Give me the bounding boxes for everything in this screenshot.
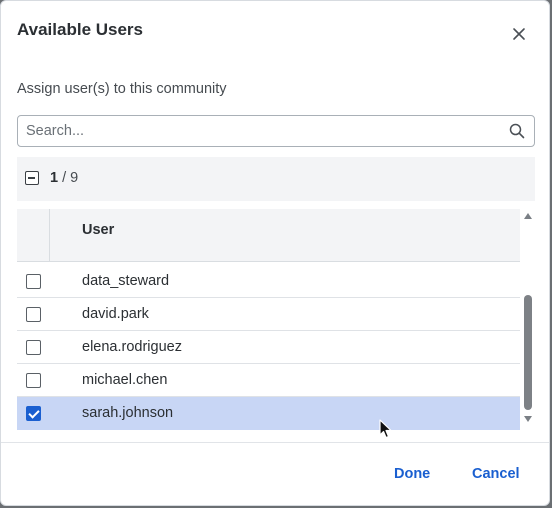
selected-count: 1 bbox=[50, 170, 59, 186]
dialog-subtitle: Assign user(s) to this community bbox=[17, 81, 227, 97]
mouse-pointer-icon bbox=[379, 419, 392, 439]
footer-divider bbox=[1, 442, 549, 443]
table-row[interactable]: michael.chen bbox=[17, 364, 520, 397]
select-all-checkbox[interactable] bbox=[25, 171, 39, 185]
column-divider bbox=[49, 209, 50, 262]
row-checkbox[interactable] bbox=[26, 274, 41, 289]
row-checkbox[interactable] bbox=[26, 373, 41, 388]
user-name: sarah.johnson bbox=[82, 405, 174, 421]
done-button[interactable]: Done bbox=[394, 466, 430, 482]
selection-count: 1 / 9 bbox=[50, 170, 78, 186]
table-scrollbar[interactable] bbox=[521, 209, 535, 430]
total-count: / 9 bbox=[62, 170, 79, 186]
close-button[interactable] bbox=[508, 23, 530, 45]
cancel-button[interactable]: Cancel bbox=[472, 466, 520, 482]
search-field[interactable] bbox=[17, 115, 535, 147]
table-header: User bbox=[17, 209, 520, 262]
row-checkbox[interactable] bbox=[26, 340, 41, 355]
scroll-up-arrow-icon[interactable] bbox=[524, 213, 532, 219]
table-row-selected[interactable]: sarah.johnson bbox=[17, 397, 520, 430]
close-icon bbox=[513, 28, 525, 40]
table-row[interactable]: david.park bbox=[17, 298, 520, 331]
users-table: User data_steward david.park elena.rodri… bbox=[17, 209, 520, 430]
search-input[interactable] bbox=[26, 116, 496, 146]
row-checkbox-checked[interactable] bbox=[26, 406, 41, 421]
scroll-down-arrow-icon[interactable] bbox=[524, 416, 532, 422]
column-header-user[interactable]: User bbox=[82, 222, 114, 238]
available-users-dialog: Available Users Assign user(s) to this c… bbox=[0, 0, 550, 506]
user-name: david.park bbox=[82, 306, 149, 322]
search-icon[interactable] bbox=[509, 123, 525, 139]
row-checkbox[interactable] bbox=[26, 307, 41, 322]
selection-summary-bar: 1 / 9 bbox=[17, 157, 535, 201]
user-name: elena.rodriguez bbox=[82, 339, 182, 355]
user-name: data_steward bbox=[82, 273, 170, 289]
user-name: michael.chen bbox=[82, 372, 168, 388]
scrollbar-thumb[interactable] bbox=[524, 295, 532, 410]
table-row[interactable]: elena.rodriguez bbox=[17, 331, 520, 364]
dialog-title: Available Users bbox=[17, 20, 143, 39]
table-row[interactable]: data_steward bbox=[17, 265, 520, 298]
